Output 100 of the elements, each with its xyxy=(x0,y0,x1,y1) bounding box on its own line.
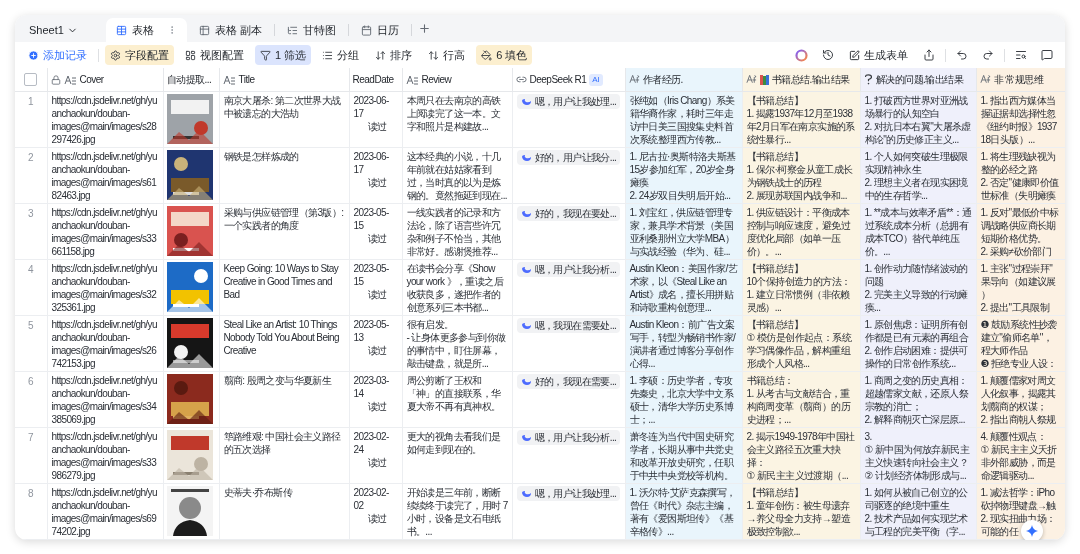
url-text: https://cdn.jsdelivr.net/gh/yuanchaokun/douban-images@main/images/s33986279.jpg xyxy=(47,427,163,484)
paint-bucket-icon xyxy=(481,49,493,61)
book-title: 筚路维艰: 中国社会主义路径的五次选择 xyxy=(219,427,349,484)
sheet-selector[interactable]: Sheet1 xyxy=(25,18,82,42)
column-header[interactable]: 书籍总结.输出结果 xyxy=(742,68,860,92)
row-number: 4 xyxy=(27,264,34,275)
toolbar-button[interactable]: 6 填色 xyxy=(476,45,533,65)
author-text: 1. 尼古拉·奥斯特洛夫斯基15岁参加红军，20岁全身瘫痪 2. 24岁双目失明后开始... xyxy=(625,147,742,204)
row-number: 3 xyxy=(27,208,34,219)
column-header[interactable]: 自动提取... xyxy=(163,68,219,92)
url-text: https://cdn.jsdelivr.net/gh/yuanchaokun/douban-images@main/images/s28297426.jpg xyxy=(47,91,163,148)
sort-icon xyxy=(375,49,387,61)
sparkle-icon xyxy=(1026,525,1038,537)
book-title: 采购与供应链管理（第3版）:一个实践者的角度 xyxy=(219,203,349,260)
row-height-icon xyxy=(428,49,440,61)
header-label: Review xyxy=(421,73,452,86)
row-number: 2 xyxy=(27,152,34,163)
row-number: 1 xyxy=(27,96,34,107)
ideas-text: 短期价格优势。 xyxy=(980,232,1047,245)
ai-reply[interactable]: 嗯，用户让我分析... xyxy=(516,262,621,277)
read-status: 读过 xyxy=(366,176,388,189)
book-title: 史蒂夫·乔布斯传 xyxy=(219,483,349,540)
ideas-text: 果导向（如建议展 xyxy=(980,275,1056,288)
row-number: 8 xyxy=(27,488,34,499)
url-text: https://cdn.jsdelivr.net/gh/yuanchaokun/douban-images@main/images/s32325361.jpg xyxy=(47,259,163,316)
ideas-text: 1. 颠覆儒家对周文 xyxy=(980,374,1056,387)
summary-text: 书籍总结： 1. 从考古与文献结合，重构商周变革（翦商）的历史进程；... xyxy=(742,371,860,428)
ai-reply[interactable]: 好的，我现在要处... xyxy=(516,206,621,221)
column-header[interactable]: Cover xyxy=(47,68,163,92)
ideas-text: 《纽约时报》1937 xyxy=(980,120,1057,133)
review-text: 开始读是三年前，断断续续终于读完了，用时 7 小时，设备是文石电纸书。... xyxy=(402,483,512,540)
toolbar-button[interactable]: 分组 xyxy=(317,45,365,65)
ideas-text: 人化叙事，揭露其 xyxy=(980,387,1056,400)
column-header[interactable]: Title xyxy=(219,68,349,92)
column-header[interactable]: 非 常规思维 xyxy=(976,68,1065,92)
select-all-checkbox[interactable] xyxy=(24,73,38,87)
toolbar-button[interactable]: 视图配置 xyxy=(180,45,249,65)
problems-text: 1. 打破西方世界对亚洲战场暴行的认知空白 2. 对抗日本右翼"大屠杀虚构论"的历史修正主义... xyxy=(860,91,976,148)
generate-form-button[interactable]: 生成表单 xyxy=(844,45,913,65)
header-label: DeepSeek R1 xyxy=(529,73,587,86)
column-header[interactable]: 解决的问题.输出结果 xyxy=(860,68,976,92)
header-label: 作者经历. xyxy=(642,73,683,86)
column-header[interactable]: DeepSeek R1 AI xyxy=(512,68,625,92)
problems-text: 1. **成本与效率矛盾**：通过系统成本分析（总拥有成本TCO）替代单纯压价。... xyxy=(860,203,976,260)
column-header[interactable]: 作者经历. xyxy=(625,68,742,92)
toolbar-button[interactable]: 排序 xyxy=(370,45,418,65)
ai-reply[interactable]: 好的，我现在需要... xyxy=(516,374,621,389)
text-field-icon xyxy=(222,74,236,85)
view-tab[interactable]: 表格 副本 xyxy=(188,18,272,42)
ideas-text: 建立"偷师名单"， xyxy=(980,331,1053,344)
header-label: 解决的问题.输出结果 xyxy=(875,73,964,86)
author-text: 1. 沃尔特·艾萨克森撰写，曾任《时代》杂志主编，著有《爱因斯坦传》《基辛格传》... xyxy=(625,483,742,540)
author-text: 1. 刘宝红，供应链管理专家，兼具学术背景（美国亚利桑那州立大学MBA）与实战经验（华为、硅... xyxy=(625,203,742,260)
layout-icon xyxy=(185,49,196,61)
url-text: https://cdn.jsdelivr.net/gh/yuanchaokun/douban-images@main/images/s26742153.jpg xyxy=(47,315,163,372)
ai-reply[interactable]: 嗯，用户让我处理... xyxy=(516,486,621,501)
author-text: 萧冬连为当代中国史研究学者，长期从事中共党史和改革开放史研究，任职于中共中央党校等机构。 xyxy=(625,427,742,484)
ideas-text: 2. 指出商朝人祭规 xyxy=(980,413,1056,426)
url-text: https://cdn.jsdelivr.net/gh/yuanchaokun/douban-images@main/images/s6974202.jpg xyxy=(47,483,163,540)
header-label: 非 常规思维 xyxy=(993,73,1044,86)
ideas-text: 命逻辑驱动... xyxy=(980,469,1035,482)
ai-reply[interactable]: 嗯，用户让我分析... xyxy=(516,430,621,445)
read-date: 2023-03-14 xyxy=(353,374,390,400)
ideas-text: 1. 指出西方媒体当 xyxy=(980,94,1056,107)
url-text: https://cdn.jsdelivr.net/gh/yuanchaokun/douban-images@main/images/s34385069.jpg xyxy=(47,371,163,428)
toolbar-button[interactable]: 1 筛选 xyxy=(255,45,312,65)
column-header[interactable]: Review xyxy=(402,68,512,92)
read-date: 2023-05-13 xyxy=(353,318,390,344)
lock-icon xyxy=(50,74,61,85)
row-number: 5 xyxy=(27,320,34,331)
toolbar-button[interactable]: 字段配置 xyxy=(105,45,174,65)
ai-text-icon xyxy=(745,74,757,85)
read-status: 读过 xyxy=(366,288,388,301)
toolbar-button[interactable]: 行高 xyxy=(423,45,471,65)
add-icon xyxy=(28,49,39,61)
search-icon xyxy=(1015,49,1027,61)
review-text: 更大的视角去看我们是如何走到现在的。 xyxy=(402,427,512,484)
header-label: 自动提取... xyxy=(166,73,212,86)
view-tab[interactable]: 表格 xyxy=(105,18,187,42)
view-tab[interactable]: 日历 xyxy=(350,18,409,42)
row-number: 7 xyxy=(27,432,34,443)
list-icon xyxy=(322,49,334,61)
ideas-text: 世标准（失明瘫痪 xyxy=(980,189,1056,202)
book-title: Keep Going: 10 Ways to Stay Creative in Good Times and Bad xyxy=(219,259,349,316)
ai-reply[interactable]: 嗯，我现在需要处... xyxy=(516,318,621,333)
review-text: 这本经典的小说，十几年前就在姑姑家看到过，当时真的以为是炼钢的。竟然拖延到现在... xyxy=(402,147,512,204)
view-tab[interactable]: 甘特图 xyxy=(276,18,346,42)
toolbar-button[interactable]: 添加记录 xyxy=(23,45,92,65)
link-icon xyxy=(515,74,527,85)
ideas-text: 可能的任 xyxy=(980,525,1019,538)
problems-text: 3. ① 新中国为何放弃新民主主义快速转向社会主义？ ② 计划经济体制形成与... xyxy=(860,427,976,484)
column-header[interactable]: ReadDate xyxy=(349,68,402,92)
read-date: 2023-05-15 xyxy=(353,262,390,288)
ideas-text: 1. 主张"过程崇拜" xyxy=(980,262,1053,275)
summary-text: 【书籍总结】 1. 保尔·柯察金从童工成长为钢铁战士的历程 2. 展现苏联国内战争和... xyxy=(742,147,860,204)
book-title: 南京大屠杀: 第二次世界大战中被遗忘的大浩劫 xyxy=(219,91,349,148)
ai-reply[interactable]: 嗯，用户让我处理... xyxy=(516,94,621,109)
ai-reply[interactable]: 好的，用户让我分... xyxy=(516,150,621,165)
redo-icon xyxy=(982,49,994,61)
author-text: Austin Kleon：前广告文案写手，转型为畅销书作家/演讲者通过博客分享创作心得... xyxy=(625,315,742,372)
